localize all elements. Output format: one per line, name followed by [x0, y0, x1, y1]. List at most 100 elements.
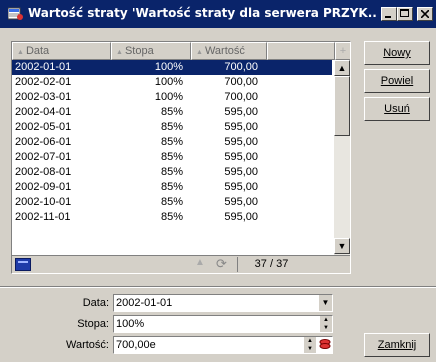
table-row[interactable]: 2002-04-01 85% 595,00: [12, 105, 332, 120]
dropdown-button[interactable]: ▼: [318, 295, 332, 311]
cell-data: 2002-04-01: [15, 106, 72, 118]
cell-stopa: 85%: [160, 181, 183, 193]
cell-data: 2002-09-01: [15, 181, 72, 193]
chevron-down-icon: ▼: [321, 298, 330, 307]
cell-data: 2002-10-01: [15, 196, 72, 208]
arrow-up-icon: ▲: [337, 63, 347, 73]
table-row[interactable]: 2002-09-01 85% 595,00: [12, 180, 332, 195]
arrow-down-icon: ▼: [337, 241, 347, 251]
spin-up-icon: ▲: [323, 317, 329, 323]
column-header-wartosc[interactable]: ▲ Wartość: [191, 42, 267, 60]
maximize-icon: [400, 9, 409, 17]
close-icon: [421, 10, 429, 18]
scroll-thumb[interactable]: [334, 76, 350, 136]
stopa-label: Stopa:: [77, 318, 109, 330]
window-title: Wartość straty 'Wartość straty dla serwe…: [28, 6, 378, 20]
plus-icon: +: [339, 45, 347, 57]
delete-button-label: Usuń: [384, 103, 410, 115]
cell-data: 2002-01-01: [15, 61, 72, 73]
cell-wartosc: 595,00: [224, 196, 258, 208]
table-row[interactable]: 2002-01-01 100% 700,00: [12, 60, 332, 75]
refresh-icon[interactable]: ⟳: [216, 256, 227, 272]
cell-stopa: 85%: [160, 136, 183, 148]
column-header-empty[interactable]: [267, 42, 335, 60]
sort-icon: ▲: [17, 49, 24, 56]
scroll-down-button[interactable]: ▼: [334, 238, 350, 254]
table-row[interactable]: 2002-02-01 100% 700,00: [12, 75, 332, 90]
close-dialog-button[interactable]: Zamknij: [364, 333, 430, 357]
delete-button[interactable]: Usuń: [364, 97, 430, 121]
cell-wartosc: 595,00: [224, 181, 258, 193]
cell-data: 2002-08-01: [15, 166, 72, 178]
cell-wartosc: 595,00: [224, 166, 258, 178]
spin-up-icon: ▲: [307, 338, 313, 344]
cell-data: 2002-02-01: [15, 76, 72, 88]
wartosc-field[interactable]: 700,00e ▲ ▼: [113, 336, 333, 354]
cell-data: 2002-07-01: [15, 151, 72, 163]
table-app-icon: [8, 7, 23, 20]
wartosc-label: Wartość:: [66, 339, 109, 351]
column-header-stopa[interactable]: ▲ Stopa: [111, 42, 191, 60]
currency-icon[interactable]: [319, 338, 331, 351]
table-row[interactable]: 2002-06-01 85% 595,00: [12, 135, 332, 150]
data-field-value: 2002-01-01: [116, 297, 173, 309]
scroll-up-button[interactable]: ▲: [334, 60, 350, 76]
cell-wartosc: 700,00: [224, 91, 258, 103]
cell-stopa: 100%: [154, 76, 183, 88]
cell-wartosc: 595,00: [224, 151, 258, 163]
table-row[interactable]: 2002-03-01 100% 700,00: [12, 90, 332, 105]
table-row[interactable]: 2002-08-01 85% 595,00: [12, 165, 332, 180]
cell-wartosc: 700,00: [224, 76, 258, 88]
cell-wartosc: 595,00: [224, 211, 258, 223]
column-header-label: Data: [25, 45, 50, 57]
wartosc-spinner[interactable]: ▲ ▼: [304, 337, 316, 353]
stopa-spinner[interactable]: ▲ ▼: [320, 316, 332, 332]
cell-wartosc: 595,00: [224, 136, 258, 148]
database-icon[interactable]: [15, 258, 31, 271]
new-button[interactable]: Nowy: [364, 41, 430, 65]
duplicate-button-label: Powiel: [380, 75, 414, 87]
table-row[interactable]: 2002-10-01 85% 595,00: [12, 195, 332, 210]
cell-data: 2002-06-01: [15, 136, 72, 148]
cell-data: 2002-11-01: [15, 211, 71, 223]
cell-data: 2002-05-01: [15, 121, 72, 133]
column-header-label: Stopa: [124, 45, 154, 57]
stopa-field[interactable]: 100% ▲ ▼: [113, 315, 333, 333]
wartosc-field-value: 700,00e: [116, 339, 156, 351]
cell-stopa: 85%: [160, 166, 183, 178]
table-footer: ▲ ⟳ 37 / 37: [12, 255, 350, 273]
cell-wartosc: 595,00: [224, 121, 258, 133]
table-body: 2002-01-01 100% 700,00 2002-02-01 100% 700,00…: [12, 60, 332, 260]
cell-stopa: 85%: [160, 211, 183, 223]
table-row[interactable]: 2002-05-01 85% 595,00: [12, 120, 332, 135]
column-chooser-button[interactable]: +: [335, 42, 350, 60]
minimize-icon: [385, 16, 391, 18]
cell-stopa: 85%: [160, 121, 183, 133]
column-header-label: Wartość: [204, 45, 245, 57]
spin-down-icon: ▼: [307, 346, 313, 352]
duplicate-button[interactable]: Powiel: [364, 69, 430, 93]
close-button[interactable]: [417, 7, 433, 21]
table-row[interactable]: 2002-11-01 85% 595,00: [12, 210, 332, 225]
data-label: Data:: [82, 297, 109, 309]
cell-stopa: 85%: [160, 106, 183, 118]
stopa-field-value: 100%: [116, 318, 145, 330]
cell-wartosc: 700,00: [224, 61, 258, 73]
minimize-button[interactable]: [381, 7, 397, 21]
data-field[interactable]: 2002-01-01 ▼: [113, 294, 333, 312]
cell-data: 2002-03-01: [15, 91, 72, 103]
spin-down-icon: ▼: [323, 325, 329, 331]
column-header-data[interactable]: ▲ Data: [12, 42, 111, 60]
close-dialog-button-label: Zamknij: [377, 339, 417, 351]
sort-icon: ▲: [196, 49, 203, 56]
title-bar[interactable]: Wartość straty 'Wartość straty dla serwe…: [0, 0, 436, 28]
sort-icon: ▲: [116, 49, 123, 56]
record-count: 37 / 37: [237, 257, 305, 272]
vertical-scrollbar[interactable]: ▲ ▼ +: [334, 60, 350, 272]
divider: [0, 286, 436, 288]
maximize-button[interactable]: [397, 7, 413, 21]
filter-triangle-icon[interactable]: ▲: [195, 257, 205, 268]
new-button-label: Nowy: [383, 47, 411, 59]
cell-stopa: 100%: [154, 91, 183, 103]
table-row[interactable]: 2002-07-01 85% 595,00: [12, 150, 332, 165]
